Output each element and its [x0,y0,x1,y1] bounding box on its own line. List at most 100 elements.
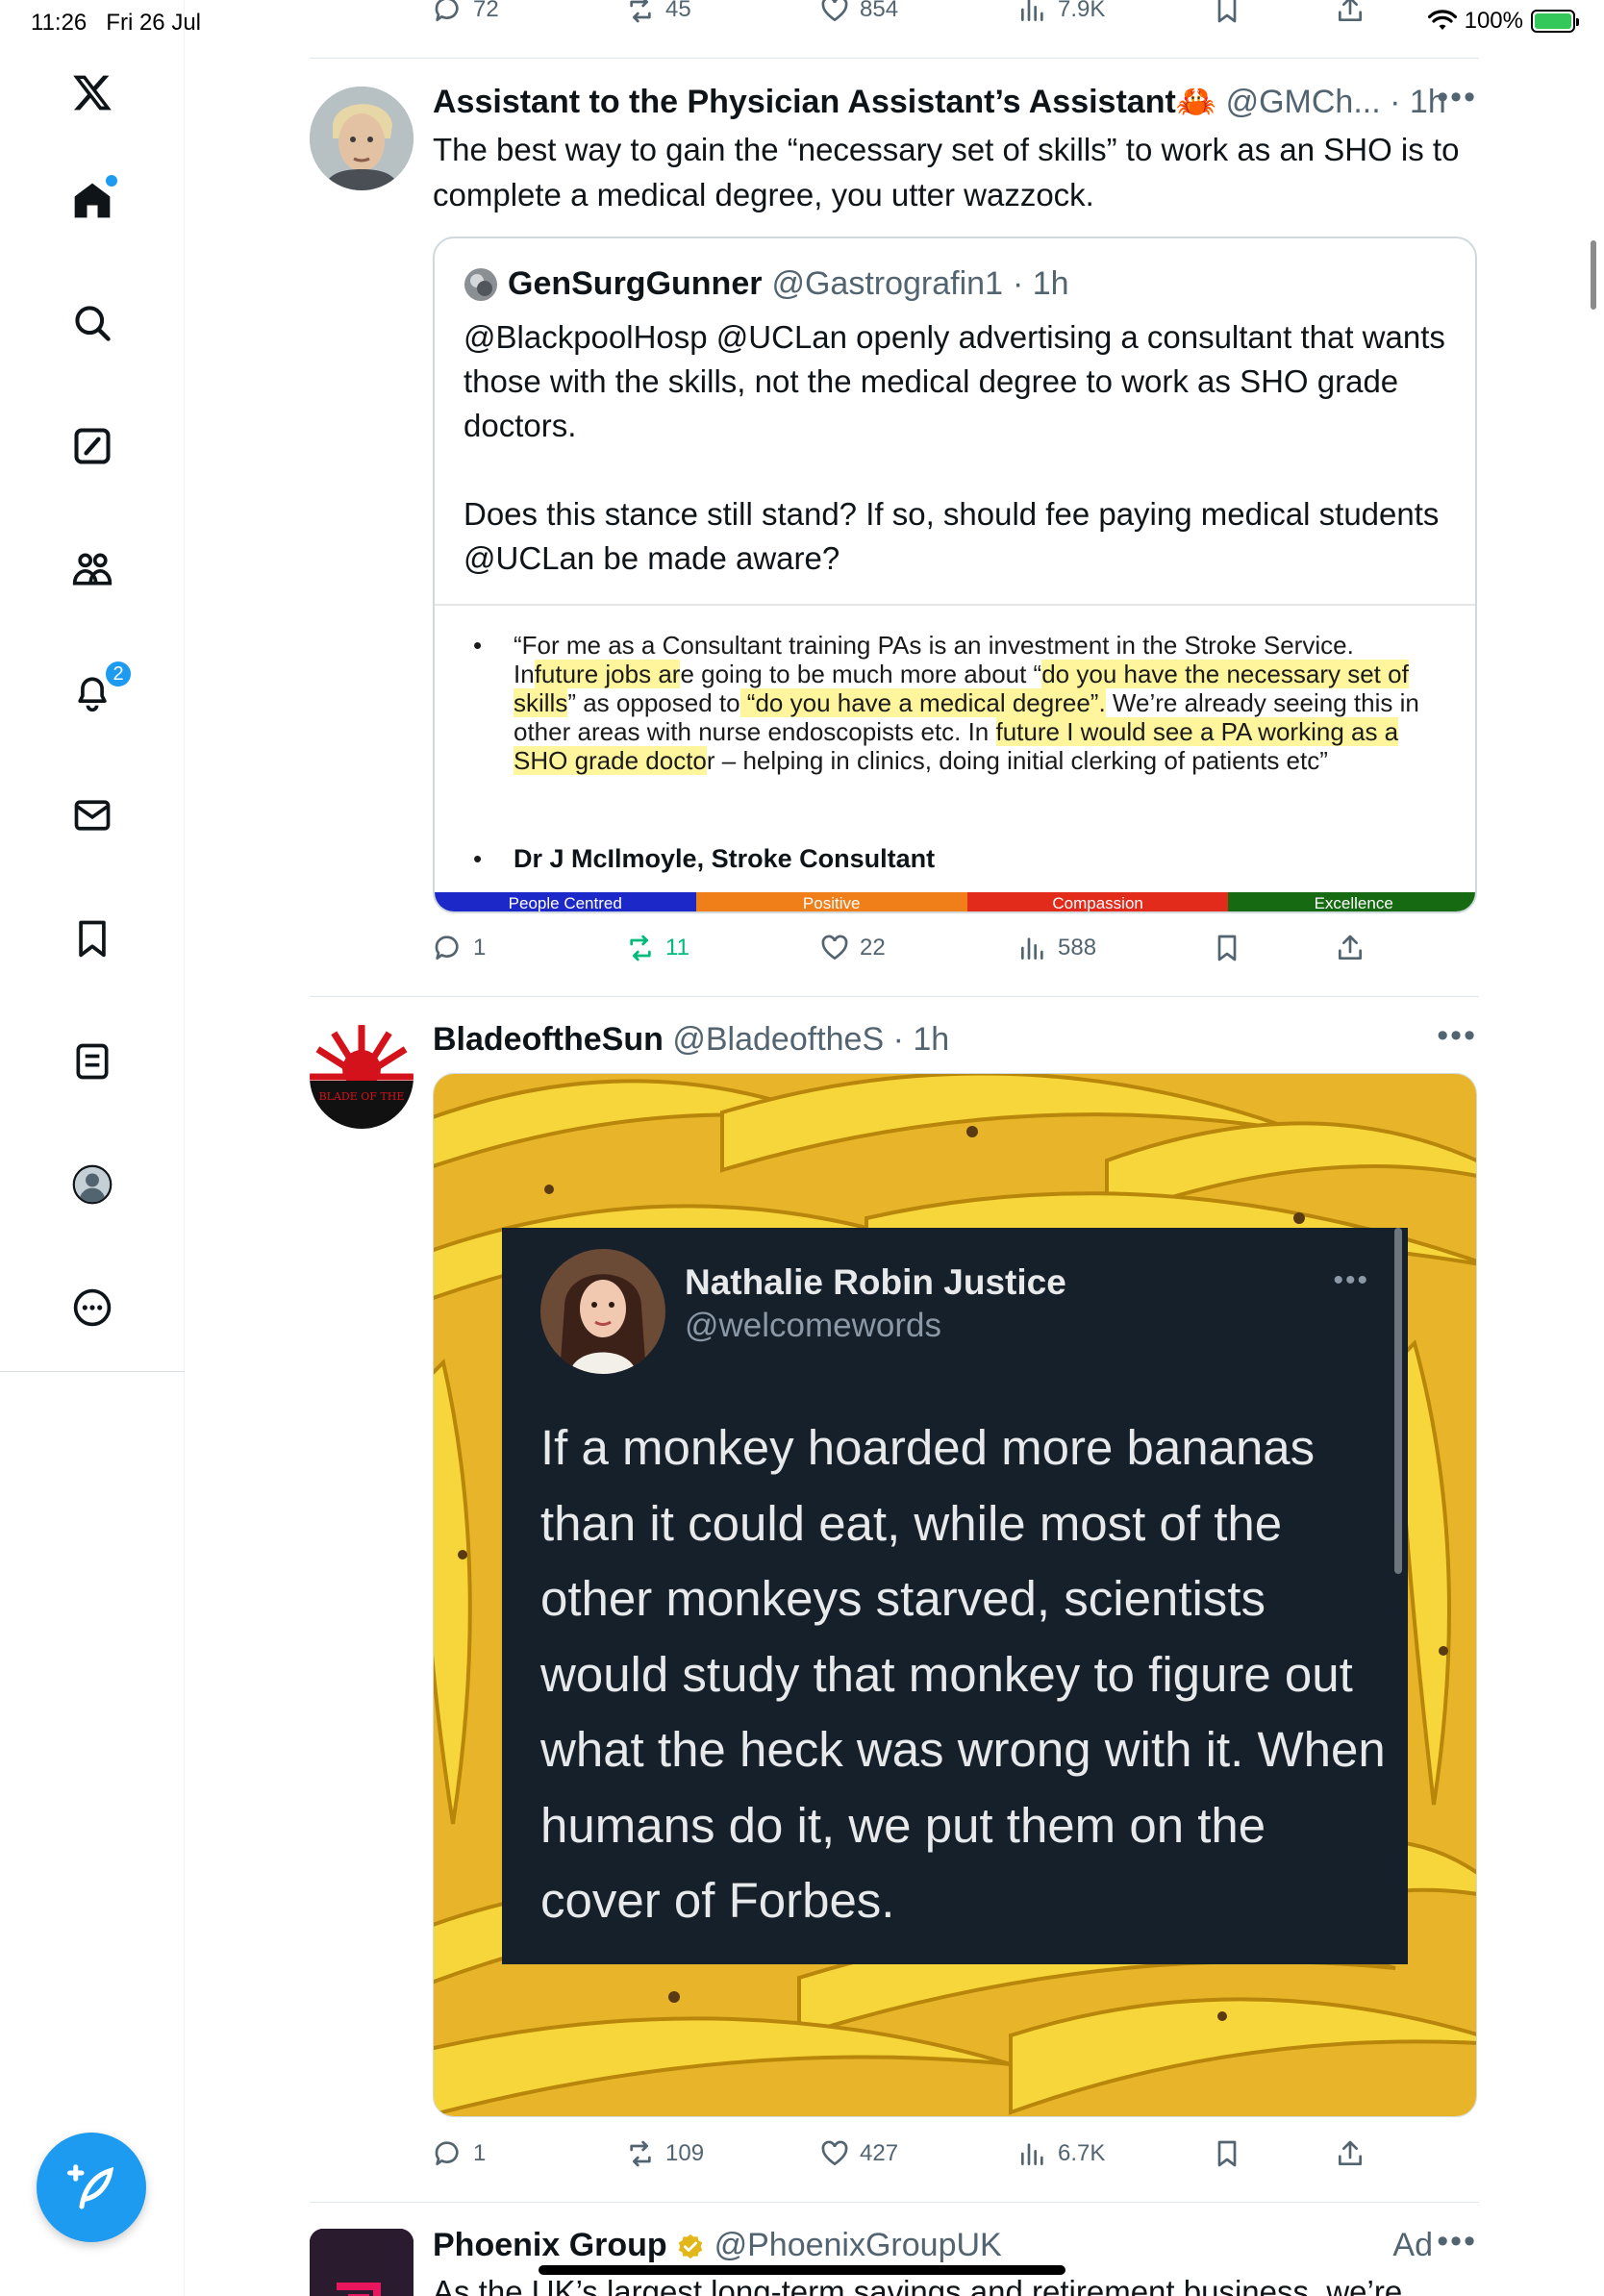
tweet3-handle[interactable]: @PhoenixGroupUK [714,2227,1002,2263]
lists-svg [76,1043,109,1080]
tweet1-avatar[interactable] [310,87,414,190]
tweet3-author-name[interactable]: Phoenix Group [433,2227,667,2263]
tweet-divider [310,58,1479,59]
home-icon[interactable] [63,171,121,229]
status-right: 100% [1427,8,1579,35]
tweet1-actions: 1 11 22 588 [433,933,1375,971]
tweet2-image[interactable]: Nathalie Robin Justice @welcomewords •••… [433,1073,1477,2117]
tweet2-avatar[interactable]: BLADE OF THE [310,1025,414,1129]
bar-compassion: Compassion [966,892,1229,911]
tweet1-header: Assistant to the Physician Assistant’s A… [433,79,1477,121]
bookmark-button[interactable] [1212,933,1242,963]
like-count: 22 [860,935,886,961]
share-icon [1339,2140,1362,2165]
ad-label: Ad [1392,2227,1433,2263]
notifications-icon[interactable]: 2 [63,660,133,721]
tweet-divider [310,996,1479,997]
quote-header: GenSurgGunner @Gastrografin1 · 1h [464,265,1069,303]
tweet1-text: The best way to gain the “necessary set … [433,132,1460,212]
views-count: 6.7K [1058,2140,1106,2166]
views-button[interactable]: 588 [1017,933,1096,963]
tweet3-more-icon[interactable]: ••• [1437,2223,1477,2260]
reply-icon [435,2141,459,2165]
tweet2-handle[interactable]: @BladeoftheS [672,1021,884,1058]
repost-button[interactable]: 45 [625,0,691,25]
page-scroll-indicator[interactable] [1591,240,1596,310]
heart-icon [821,0,848,22]
repost-icon [630,2140,651,2167]
embedded-handle: @welcomewords [685,1307,941,1344]
reply-button[interactable]: 1 [433,933,486,963]
tweet1-more-icon[interactable]: ••• [1437,79,1477,116]
share-button[interactable] [1335,933,1366,963]
grok-icon[interactable] [63,417,121,475]
bar-excellence: Excellence [1228,892,1475,911]
lists-icon[interactable] [63,1033,121,1090]
compose-post-button[interactable] [37,2133,146,2242]
tweet2-author-name[interactable]: BladeoftheSun [433,1021,664,1058]
share-icon [1339,0,1362,21]
notifications-badge: 2 [104,660,133,688]
views-button[interactable]: 6.7K [1017,2138,1105,2169]
tweet1-author-name[interactable]: Assistant to the Physician Assistant’s A… [433,84,1176,120]
tweet3-avatar[interactable] [310,2229,414,2296]
bookmark-icon [1217,935,1237,961]
like-button[interactable]: 22 [819,933,886,963]
heart-icon [821,935,848,961]
doc-quote: “For me as a Consultant training PAs is … [514,631,1419,775]
share-button[interactable] [1335,2138,1366,2169]
doc-values-bar: People Centred Positive Compassion Excel… [435,892,1475,911]
more-options-icon[interactable] [63,1279,121,1336]
search-icon[interactable] [63,294,121,352]
avatar-text: BLADE OF THE [319,1090,405,1103]
prev-tweet-actions: 72 45 854 7.9K [433,0,1375,33]
battery-percent: 100% [1464,8,1523,34]
quote-handle: @Gastrografin1 [771,265,1003,302]
x-logo-svg [73,75,112,111]
repost-button[interactable]: 109 [625,2138,704,2169]
home-indicator[interactable] [539,2265,1065,2275]
share-icon [1339,935,1362,960]
wifi-icon [1427,10,1457,30]
views-count: 588 [1058,935,1097,961]
views-button[interactable]: 7.9K [1017,0,1105,25]
verified-badge-icon [678,2234,703,2259]
tweet2-time[interactable]: · 1h [893,1021,950,1058]
like-button[interactable]: 427 [819,2138,898,2169]
bar-positive: Positive [695,892,967,911]
bookmarks-icon[interactable] [63,910,121,967]
reply-count: 1 [473,2140,487,2166]
repost-button[interactable]: 11 [625,933,689,963]
reply-button[interactable]: 1 [433,2138,486,2169]
embedded-avatar [540,1249,665,1374]
quote-document-image[interactable]: • “For me as a Consultant training PAs i… [435,604,1475,911]
tweet-divider [310,2202,1479,2203]
search-svg [75,306,111,341]
tweet2-more-icon[interactable]: ••• [1437,1017,1477,1055]
tweet1-handle[interactable]: @GMCh... [1226,84,1381,120]
quoted-tweet[interactable]: GenSurgGunner @Gastrografin1 · 1h @Black… [433,237,1477,913]
like-button[interactable]: 854 [819,0,898,25]
reply-count: 1 [473,935,487,961]
doc-signature: Dr J McIlmoyle, Stroke Consultant [514,844,936,873]
share-button[interactable] [1335,0,1366,25]
bookmark-button[interactable] [1212,2138,1242,2169]
embedded-screenshot-card: Nathalie Robin Justice @welcomewords •••… [502,1228,1408,1964]
reply-button[interactable]: 72 [433,0,499,25]
bar-people-centred: People Centred [435,892,696,911]
more-circle-svg [73,1288,112,1327]
quote-paragraph-1: @BlackpoolHosp @UCLan openly advertising… [464,319,1445,443]
profile-icon[interactable] [63,1156,121,1213]
reply-icon [435,0,459,21]
like-count: 854 [860,0,899,22]
quote-author-name: GenSurgGunner [508,265,763,302]
bookmark-icon [1217,0,1237,23]
repost-count: 11 [665,935,689,961]
phoenix-logo [310,2229,414,2296]
doc-bullet-1: • [473,631,483,660]
messages-icon[interactable] [63,786,121,844]
communities-icon[interactable] [63,540,121,598]
x-logo-icon[interactable] [63,63,121,121]
quote-paragraph-2: Does this stance still stand? If so, sho… [464,496,1440,576]
bookmark-button[interactable] [1212,0,1242,25]
